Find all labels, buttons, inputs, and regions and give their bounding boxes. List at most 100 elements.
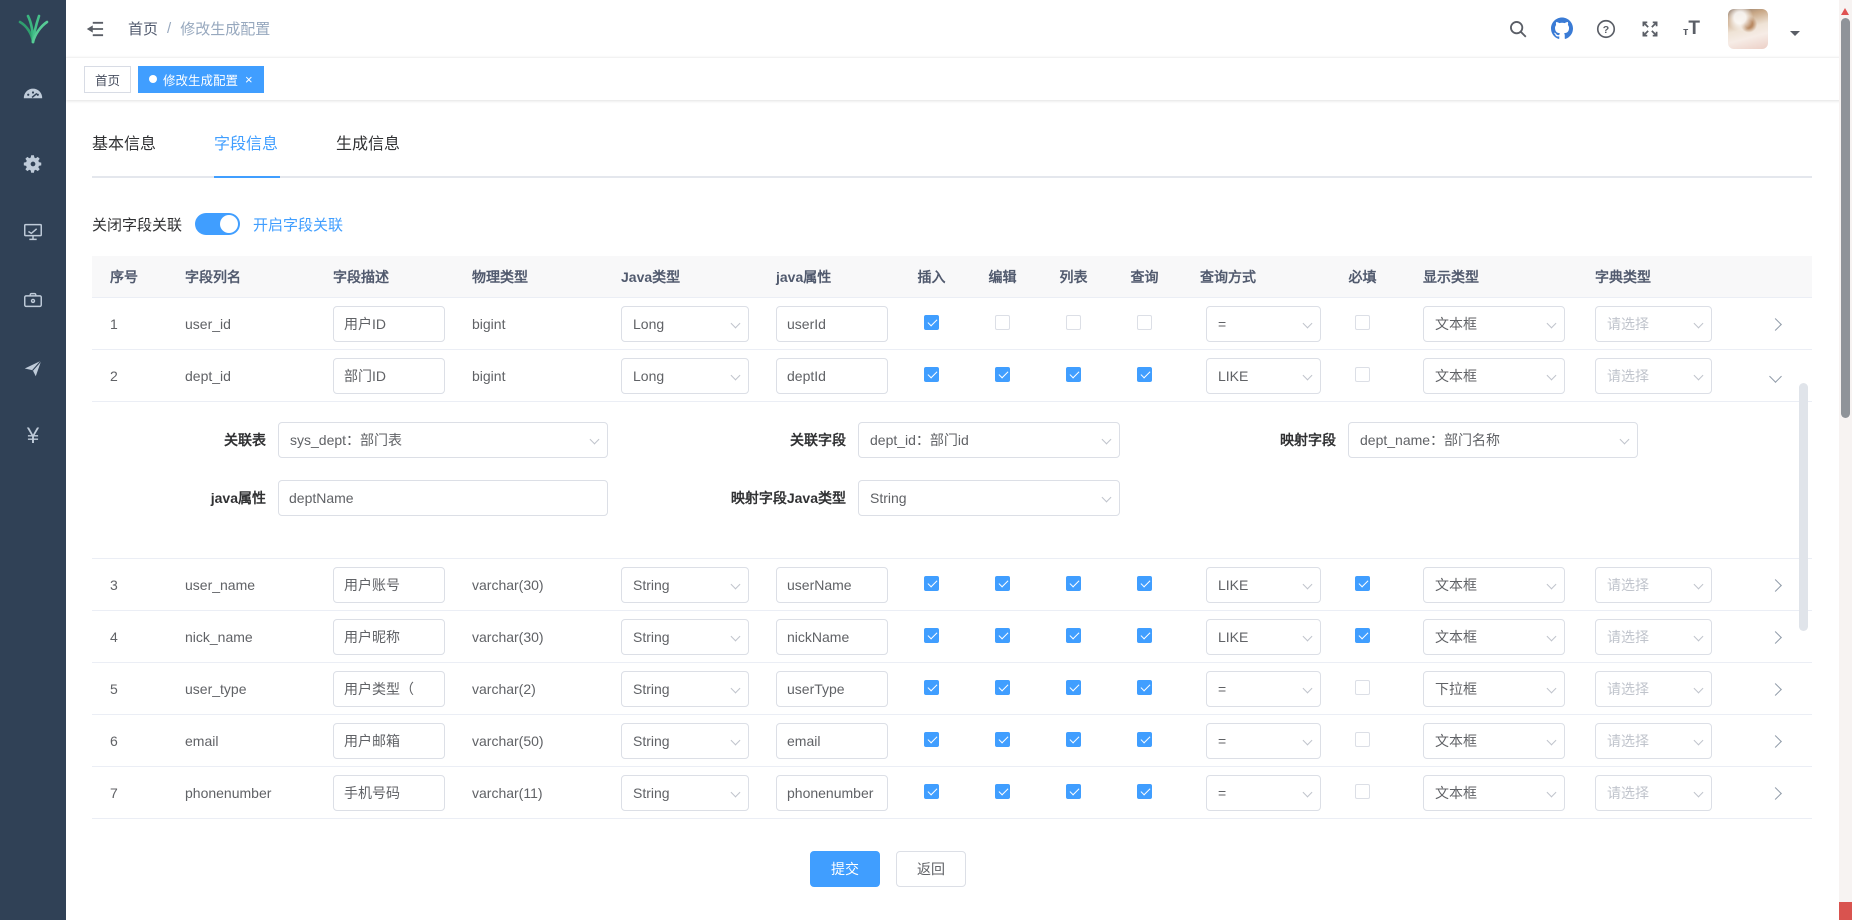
display-type-select[interactable]: 文本框: [1423, 306, 1565, 342]
desc-input[interactable]: 用户ID: [333, 306, 445, 342]
edit-checkbox[interactable]: [995, 315, 1010, 330]
display-type-select[interactable]: 文本框: [1423, 723, 1565, 759]
relation-table-select[interactable]: sys_dept：部门表: [278, 422, 608, 458]
font-size-icon[interactable]: тT: [1683, 19, 1700, 38]
mapping-java-type-select[interactable]: String: [858, 480, 1120, 516]
java-type-select[interactable]: String: [621, 775, 749, 811]
expand-row-icon[interactable]: [1769, 735, 1782, 748]
required-checkbox[interactable]: [1355, 367, 1370, 382]
table-scrollbar-thumb[interactable]: [1799, 383, 1808, 631]
list-checkbox-checked[interactable]: [1066, 367, 1081, 382]
required-checkbox-checked[interactable]: [1355, 628, 1370, 643]
query-mode-select[interactable]: LIKE: [1206, 567, 1321, 603]
required-checkbox[interactable]: [1355, 784, 1370, 799]
dict-type-select[interactable]: 请选择: [1595, 723, 1712, 759]
dict-type-select[interactable]: 请选择: [1595, 358, 1712, 394]
required-checkbox-checked[interactable]: [1355, 576, 1370, 591]
java-type-select[interactable]: String: [621, 723, 749, 759]
tab-2[interactable]: 生成信息: [336, 122, 400, 176]
list-checkbox-checked[interactable]: [1066, 732, 1081, 747]
expand-row-icon[interactable]: [1769, 787, 1782, 800]
required-checkbox[interactable]: [1355, 315, 1370, 330]
list-checkbox-checked[interactable]: [1066, 784, 1081, 799]
display-type-select[interactable]: 下拉框: [1423, 671, 1565, 707]
required-checkbox[interactable]: [1355, 680, 1370, 695]
java-type-select[interactable]: String: [621, 671, 749, 707]
fullscreen-icon[interactable]: [1639, 18, 1661, 40]
tag-item-0[interactable]: 首页: [84, 66, 131, 93]
display-type-select[interactable]: 文本框: [1423, 567, 1565, 603]
edit-checkbox-checked[interactable]: [995, 576, 1010, 591]
scrollbar-thumb[interactable]: [1841, 18, 1850, 418]
scrollbar-down-button[interactable]: [1839, 902, 1852, 920]
query-mode-select[interactable]: =: [1206, 671, 1321, 707]
java-type-select[interactable]: Long: [621, 358, 749, 394]
list-checkbox-checked[interactable]: [1066, 576, 1081, 591]
query-mode-select[interactable]: LIKE: [1206, 358, 1321, 394]
java-type-select[interactable]: Long: [621, 306, 749, 342]
dict-type-select[interactable]: 请选择: [1595, 567, 1712, 603]
java-field-input[interactable]: userId: [776, 306, 888, 342]
query-mode-select[interactable]: =: [1206, 775, 1321, 811]
java-field-input[interactable]: email: [776, 723, 888, 759]
query-checkbox-checked[interactable]: [1137, 576, 1152, 591]
java-field-input[interactable]: nickName: [776, 619, 888, 655]
expand-row-icon[interactable]: [1769, 683, 1782, 696]
github-icon[interactable]: [1551, 18, 1573, 40]
java-attribute-input[interactable]: deptName: [278, 480, 608, 516]
help-icon[interactable]: ?: [1595, 18, 1617, 40]
edit-checkbox-checked[interactable]: [995, 784, 1010, 799]
sidebar-item-tool-briefcase-icon[interactable]: [22, 289, 44, 311]
dict-type-select[interactable]: 请选择: [1595, 619, 1712, 655]
submit-button[interactable]: 提交: [810, 851, 880, 887]
java-field-input[interactable]: userName: [776, 567, 888, 603]
avatar-caret-icon[interactable]: [1790, 31, 1800, 41]
dict-type-select[interactable]: 请选择: [1595, 775, 1712, 811]
java-field-input[interactable]: deptId: [776, 358, 888, 394]
edit-checkbox-checked[interactable]: [995, 732, 1010, 747]
sidebar-item-dashboard-icon[interactable]: [22, 85, 44, 107]
collapse-row-icon[interactable]: [1769, 370, 1782, 383]
desc-input[interactable]: 用户账号: [333, 567, 445, 603]
desc-input[interactable]: 部门ID: [333, 358, 445, 394]
java-field-input[interactable]: userType: [776, 671, 888, 707]
list-checkbox[interactable]: [1066, 315, 1081, 330]
required-checkbox[interactable]: [1355, 732, 1370, 747]
query-checkbox-checked[interactable]: [1137, 680, 1152, 695]
query-mode-select[interactable]: =: [1206, 723, 1321, 759]
query-checkbox-checked[interactable]: [1137, 367, 1152, 382]
expand-row-icon[interactable]: [1769, 579, 1782, 592]
edit-checkbox-checked[interactable]: [995, 680, 1010, 695]
tab-0[interactable]: 基本信息: [92, 122, 156, 176]
mapping-field-select[interactable]: dept_name：部门名称: [1348, 422, 1638, 458]
java-type-select[interactable]: String: [621, 567, 749, 603]
expand-row-icon[interactable]: [1769, 318, 1782, 331]
java-type-select[interactable]: String: [621, 619, 749, 655]
insert-checkbox-checked[interactable]: [924, 628, 939, 643]
edit-checkbox-checked[interactable]: [995, 367, 1010, 382]
insert-checkbox-checked[interactable]: [924, 680, 939, 695]
scrollbar-up-arrow[interactable]: [1841, 4, 1849, 15]
back-button[interactable]: 返回: [896, 851, 966, 887]
search-icon[interactable]: [1507, 18, 1529, 40]
tab-1[interactable]: 字段信息: [214, 122, 278, 176]
tag-close-icon[interactable]: ×: [245, 73, 253, 86]
desc-input[interactable]: 用户类型（: [333, 671, 445, 707]
query-mode-select[interactable]: LIKE: [1206, 619, 1321, 655]
display-type-select[interactable]: 文本框: [1423, 358, 1565, 394]
query-checkbox-checked[interactable]: [1137, 784, 1152, 799]
breadcrumb-home[interactable]: 首页: [128, 18, 158, 39]
page-scrollbar[interactable]: [1839, 0, 1852, 920]
display-type-select[interactable]: 文本框: [1423, 619, 1565, 655]
sidebar-item-system-gear-icon[interactable]: [22, 153, 44, 175]
relation-toggle-switch[interactable]: [195, 213, 240, 235]
display-type-select[interactable]: 文本框: [1423, 775, 1565, 811]
insert-checkbox-checked[interactable]: [924, 576, 939, 591]
sidebar-collapse-icon[interactable]: [84, 18, 106, 40]
java-field-input[interactable]: phonenumber: [776, 775, 888, 811]
insert-checkbox-checked[interactable]: [924, 784, 939, 799]
dict-type-select[interactable]: 请选择: [1595, 306, 1712, 342]
insert-checkbox-checked[interactable]: [924, 732, 939, 747]
desc-input[interactable]: 用户昵称: [333, 619, 445, 655]
query-checkbox-checked[interactable]: [1137, 628, 1152, 643]
